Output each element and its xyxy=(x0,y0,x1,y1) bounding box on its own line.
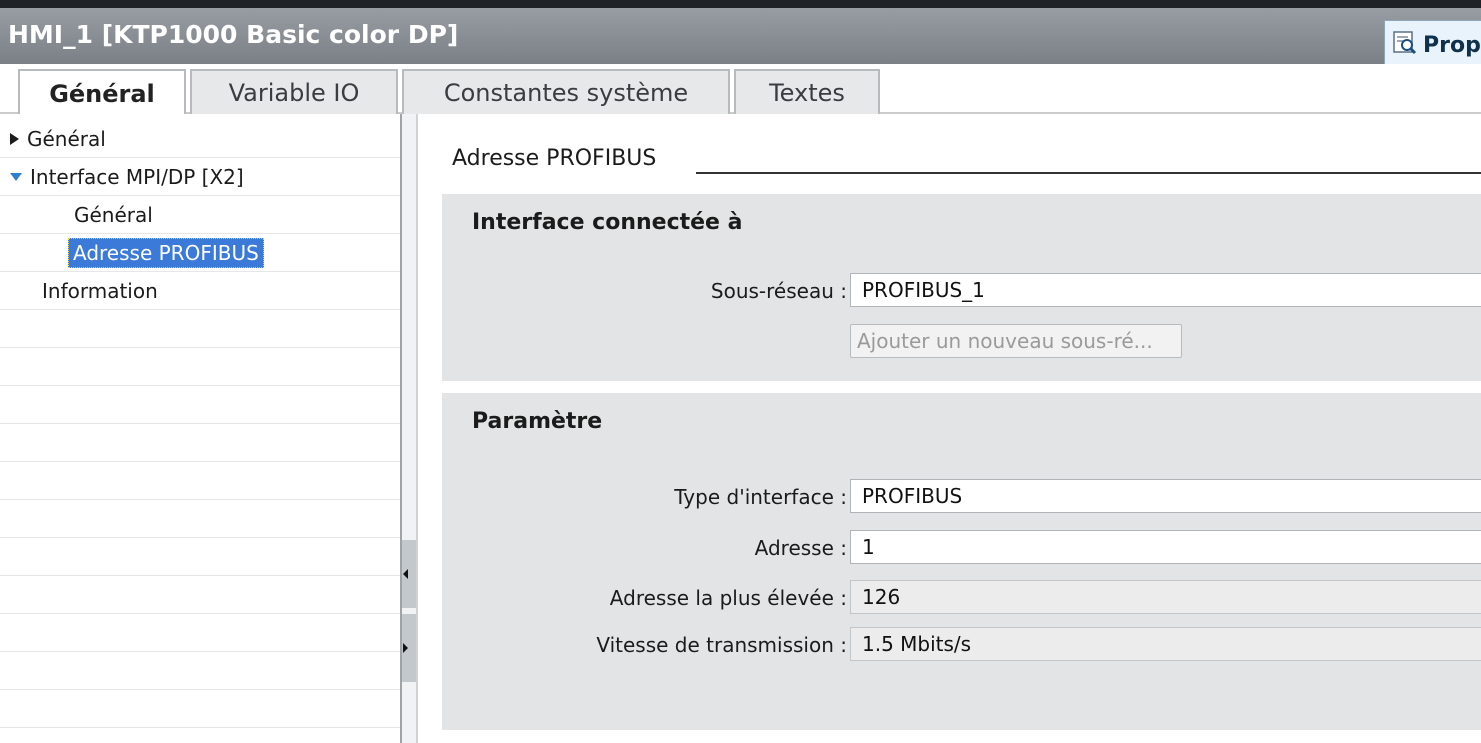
title-bar: HMI_1 [KTP1000 Basic color DP] Prop xyxy=(0,0,1481,70)
properties-content: Adresse PROFIBUS Interface connectée à S… xyxy=(418,114,1481,743)
collapse-left-button[interactable] xyxy=(402,540,416,608)
tab-bar: Général Variable IO Constantes système T… xyxy=(0,64,1481,116)
tab-variable-io[interactable]: Variable IO xyxy=(190,69,398,114)
parameter-group-title: Paramètre xyxy=(472,409,603,434)
baud-rate-field: 1.5 Mbits/s xyxy=(850,627,1481,661)
nav-empty-row xyxy=(0,652,400,690)
nav-item-label: Général xyxy=(27,126,106,151)
nav-item-label: Interface MPI/DP [X2] xyxy=(30,164,244,189)
nav-item-label-selected: Adresse PROFIBUS xyxy=(68,237,264,268)
expand-right-button[interactable] xyxy=(402,614,416,682)
properties-button[interactable]: Prop xyxy=(1384,20,1481,70)
collapse-arrow-icon[interactable] xyxy=(10,172,22,181)
nav-empty-row xyxy=(0,614,400,652)
add-subnet-button[interactable]: Ajouter un nouveau sous-ré... xyxy=(850,324,1182,358)
interface-type-dropdown[interactable]: PROFIBUS xyxy=(850,479,1481,513)
nav-empty-row xyxy=(0,538,400,576)
parameter-group: Paramètre Type d'interface : PROFIBUS Ad… xyxy=(442,393,1481,730)
address-label: Adresse : xyxy=(754,536,847,560)
nav-empty-row xyxy=(0,386,400,424)
nav-item-label: Général xyxy=(74,202,153,227)
section-divider xyxy=(696,172,1481,174)
arrow-right-icon xyxy=(403,643,408,653)
nav-empty-row xyxy=(0,500,400,538)
address-input[interactable]: 1 xyxy=(850,530,1481,564)
expand-arrow-icon[interactable] xyxy=(10,132,19,145)
panel-splitter[interactable] xyxy=(400,114,418,743)
nav-empty-row xyxy=(0,348,400,386)
nav-empty-row xyxy=(0,310,400,348)
highest-address-field: 126 xyxy=(850,580,1481,614)
interface-type-label: Type d'interface : xyxy=(674,485,847,509)
nav-empty-row xyxy=(0,576,400,614)
interface-group-title: Interface connectée à xyxy=(472,210,743,235)
nav-empty-row xyxy=(0,690,400,728)
nav-item-interface-mpi-dp[interactable]: Interface MPI/DP [X2] xyxy=(0,158,400,196)
properties-button-label: Prop xyxy=(1423,32,1481,58)
nav-item-information[interactable]: Information xyxy=(0,272,400,310)
subnet-dropdown[interactable]: PROFIBUS_1 xyxy=(850,273,1481,307)
nav-item-profibus-address[interactable]: Adresse PROFIBUS xyxy=(0,234,400,272)
tab-general[interactable]: Général xyxy=(18,69,186,116)
highest-address-label: Adresse la plus élevée : xyxy=(609,586,847,610)
window-title: HMI_1 [KTP1000 Basic color DP] xyxy=(8,20,459,49)
subnet-label: Sous-réseau : xyxy=(710,279,847,303)
baud-rate-label: Vitesse de transmission : xyxy=(596,633,847,657)
navigation-tree: Général Interface MPI/DP [X2] Général Ad… xyxy=(0,114,400,743)
tab-texts[interactable]: Textes xyxy=(734,69,880,114)
interface-group: Interface connectée à Sous-réseau : PROF… xyxy=(442,194,1481,381)
magnifier-properties-icon xyxy=(1393,31,1417,59)
tab-system-constants[interactable]: Constantes système xyxy=(402,69,730,114)
nav-empty-row xyxy=(0,424,400,462)
nav-item-interface-general[interactable]: Général xyxy=(0,196,400,234)
arrow-left-icon xyxy=(403,569,408,579)
nav-item-general[interactable]: Général xyxy=(0,120,400,158)
nav-empty-row xyxy=(0,462,400,500)
section-title: Adresse PROFIBUS xyxy=(452,146,657,171)
nav-item-label: Information xyxy=(42,278,158,303)
